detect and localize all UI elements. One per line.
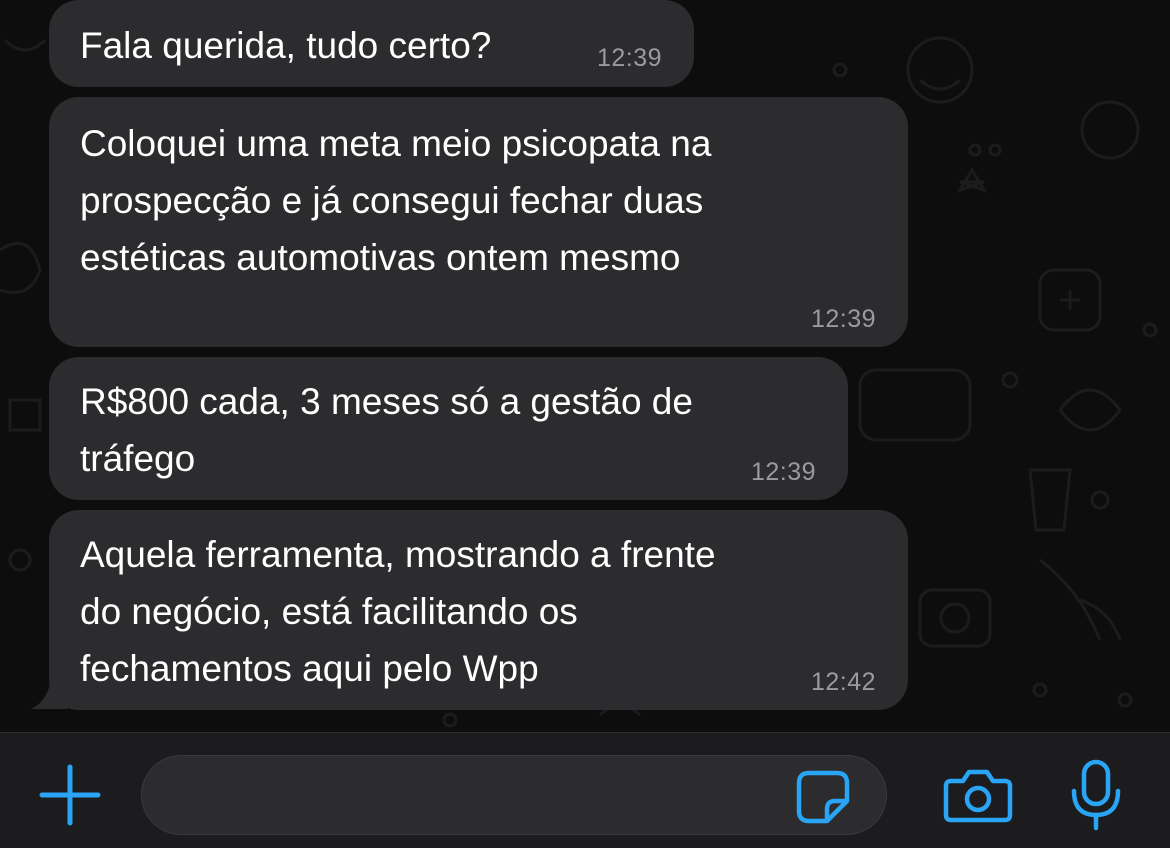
message-text: R$800 cada, 3 meses só a gestão de tráfe… (80, 381, 693, 479)
microphone-icon (1071, 759, 1121, 831)
message-bubble[interactable]: Aquela ferramenta, mostrando a frente do… (49, 510, 908, 710)
message-time: 12:39 (596, 44, 662, 72)
camera-icon (943, 769, 1013, 823)
message-time: 12:42 (810, 668, 876, 696)
message-bubble[interactable]: R$800 cada, 3 meses só a gestão de tráfe… (49, 357, 848, 500)
message-field[interactable] (141, 755, 887, 836)
message-input[interactable] (170, 756, 794, 836)
chat-area[interactable]: Fala querida, tudo certo? 12:39 Coloquei… (0, 0, 1170, 732)
message-time: 12:39 (810, 305, 876, 333)
message-time: 12:39 (750, 458, 816, 486)
attach-button[interactable] (36, 761, 104, 829)
camera-button[interactable] (940, 763, 1016, 827)
message-text: Coloquei uma meta meio psicopata na pros… (80, 123, 712, 278)
message-input-bar (0, 732, 1170, 848)
message-bubble[interactable]: Fala querida, tudo certo? 12:39 (49, 0, 694, 87)
message-bubble[interactable]: Coloquei uma meta meio psicopata na pros… (49, 97, 908, 347)
bubble-tail (30, 663, 68, 709)
message-text: Fala querida, tudo certo? (80, 25, 492, 66)
sticker-icon (796, 770, 850, 824)
voice-message-button[interactable] (1064, 757, 1128, 833)
plus-icon (39, 764, 101, 826)
message-text: Aquela ferramenta, mostrando a frente do… (80, 534, 716, 689)
sticker-button[interactable] (795, 769, 851, 825)
